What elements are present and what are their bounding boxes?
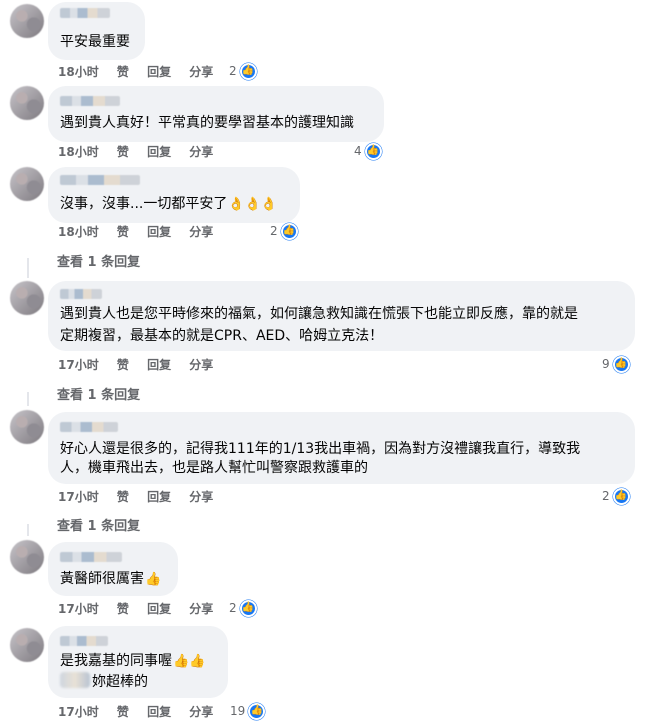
timestamp[interactable]: 17小时 [58, 490, 99, 504]
timestamp[interactable]: 17小时 [58, 602, 99, 616]
reaction-number: 2 [229, 601, 237, 615]
reply-button[interactable]: 回复 [147, 65, 171, 79]
timestamp[interactable]: 18小时 [58, 65, 99, 79]
comment-text-line: 遇到貴人也是您平時修來的福氣，如何讓急救知識在慌張下也能立即反應，靠的就是 [60, 306, 578, 322]
reply-button[interactable]: 回复 [147, 602, 171, 616]
reply-button[interactable]: 回复 [147, 225, 171, 239]
reaction-count[interactable]: 2 👍 [229, 599, 257, 617]
comment-bubble: 平安最重要 [48, 2, 145, 60]
share-button[interactable]: 分享 [189, 490, 213, 504]
reaction-number: 2 [229, 64, 237, 78]
comment-text-line: 是我嘉基的同事喔 [60, 653, 172, 669]
comment-text-line: 妳超棒的 [92, 674, 148, 690]
thread-line [27, 258, 29, 278]
author-name[interactable] [60, 289, 102, 299]
comment-text-line: 沒事，沒事...一切都平安了 [60, 196, 228, 212]
thumbs-up-icon: 👍 [364, 142, 382, 160]
reaction-number: 4 [354, 144, 362, 158]
share-button[interactable]: 分享 [189, 358, 213, 372]
reaction-number: 9 [602, 357, 610, 371]
share-button[interactable]: 分享 [189, 225, 213, 239]
thumbs-up-icon: 👍 [612, 487, 630, 505]
avatar[interactable] [10, 281, 44, 315]
like-button[interactable]: 赞 [117, 65, 129, 79]
reply-button[interactable]: 回复 [147, 705, 171, 719]
thumbs-up-icon: 👍 [248, 702, 266, 720]
timestamp[interactable]: 17小时 [58, 358, 99, 372]
comment-text: 黃醫師很厲害👍 [60, 568, 161, 591]
avatar[interactable] [10, 540, 44, 574]
comment-bubble: 遇到貴人也是您平時修來的福氣，如何讓急救知識在慌張下也能立即反應，靠的就是 定期… [48, 281, 635, 351]
share-button[interactable]: 分享 [189, 145, 213, 159]
share-button[interactable]: 分享 [189, 65, 213, 79]
thumbs-up-icon: 👍 [239, 599, 257, 617]
view-replies-link[interactable]: 查看 1 条回复 [57, 384, 140, 403]
comment-actions: 17小时 赞 回复 分享 [58, 704, 227, 720]
blurred-mention [60, 672, 90, 688]
timestamp[interactable]: 17小时 [58, 705, 99, 719]
comment-actions: 17小时 赞 回复 分享 [58, 601, 227, 617]
reaction-number: 2 [270, 224, 278, 238]
reaction-count[interactable]: 9 👍 [602, 355, 630, 373]
comment-bubble: 黃醫師很厲害👍 [48, 542, 178, 596]
comment-actions: 17小时 赞 回复 分享 [58, 357, 227, 373]
comment-bubble: 是我嘉基的同事喔👍👍 妳超棒的 [48, 626, 228, 698]
author-name[interactable] [60, 636, 108, 646]
thumbs-up-icon: 👍 [239, 62, 257, 80]
comment-text-line: 黃醫師很厲害 [60, 571, 144, 587]
comment-actions: 17小时 赞 回复 分享 [58, 489, 227, 505]
timestamp[interactable]: 18小时 [58, 145, 99, 159]
share-button[interactable]: 分享 [189, 705, 213, 719]
comment-actions: 18小时 赞 回复 分享 [58, 144, 227, 160]
comment-text: 是我嘉基的同事喔👍👍 [60, 650, 205, 673]
ok-hand-emoji: 👌👌👌 [228, 197, 277, 212]
reply-button[interactable]: 回复 [147, 490, 171, 504]
reaction-number: 2 [602, 489, 610, 503]
author-name[interactable] [60, 8, 110, 18]
like-button[interactable]: 赞 [117, 145, 129, 159]
comment-bubble: 好心人還是很多的，記得我111年的1/13我出車禍，因為對方沒禮讓我直行，導致我… [48, 412, 635, 484]
like-button[interactable]: 赞 [117, 225, 129, 239]
avatar[interactable] [10, 86, 44, 120]
reply-button[interactable]: 回复 [147, 145, 171, 159]
comment-text: 平安最重要 [60, 34, 130, 50]
comment-text: 沒事，沒事...一切都平安了👌👌👌 [60, 193, 277, 216]
share-button[interactable]: 分享 [189, 602, 213, 616]
avatar[interactable] [10, 167, 44, 201]
thumbs-up-icon: 👍 [280, 222, 298, 240]
reply-button[interactable]: 回复 [147, 358, 171, 372]
thread-line [27, 524, 29, 536]
reaction-number: 19 [230, 704, 246, 718]
comment-bubble: 遇到貴人真好！平常真的要學習基本的護理知識 [48, 86, 384, 142]
reaction-count[interactable]: 2 👍 [270, 222, 298, 240]
comment-actions: 18小时 赞 回复 分享 [58, 224, 227, 240]
timestamp[interactable]: 18小时 [58, 225, 99, 239]
like-button[interactable]: 赞 [117, 358, 129, 372]
reaction-count[interactable]: 4 👍 [354, 142, 382, 160]
comment-text-line: 定期複習，最基本的就是CPR、AED、哈姆立克法！ [60, 328, 384, 344]
avatar[interactable] [10, 4, 44, 38]
avatar[interactable] [10, 628, 44, 662]
thumbs-up-icon: 👍 [612, 355, 630, 373]
comment-actions: 18小时 赞 回复 分享 [58, 64, 227, 80]
comment-text-line: 人，機車飛出去，也是路人幫忙叫警察跟救護車的 [60, 460, 368, 476]
thread-line [27, 392, 29, 406]
comment-bubble: 沒事，沒事...一切都平安了👌👌👌 [48, 167, 300, 223]
author-name[interactable] [60, 175, 140, 185]
avatar[interactable] [10, 410, 44, 444]
author-name[interactable] [60, 422, 118, 432]
view-replies-link[interactable]: 查看 1 条回复 [57, 251, 140, 270]
like-button[interactable]: 赞 [117, 490, 129, 504]
like-button[interactable]: 赞 [117, 705, 129, 719]
author-name[interactable] [60, 96, 120, 106]
reaction-count[interactable]: 19 👍 [230, 702, 266, 720]
thumbs-up-emoji: 👍 [145, 572, 162, 587]
thumbs-up-emoji: 👍👍 [173, 654, 206, 669]
reaction-count[interactable]: 2 👍 [229, 62, 257, 80]
author-name[interactable] [60, 552, 122, 562]
view-replies-link[interactable]: 查看 1 条回复 [57, 515, 140, 534]
comment-text: 遇到貴人真好！平常真的要學習基本的護理知識 [60, 115, 354, 131]
reaction-count[interactable]: 2 👍 [602, 487, 630, 505]
like-button[interactable]: 赞 [117, 602, 129, 616]
